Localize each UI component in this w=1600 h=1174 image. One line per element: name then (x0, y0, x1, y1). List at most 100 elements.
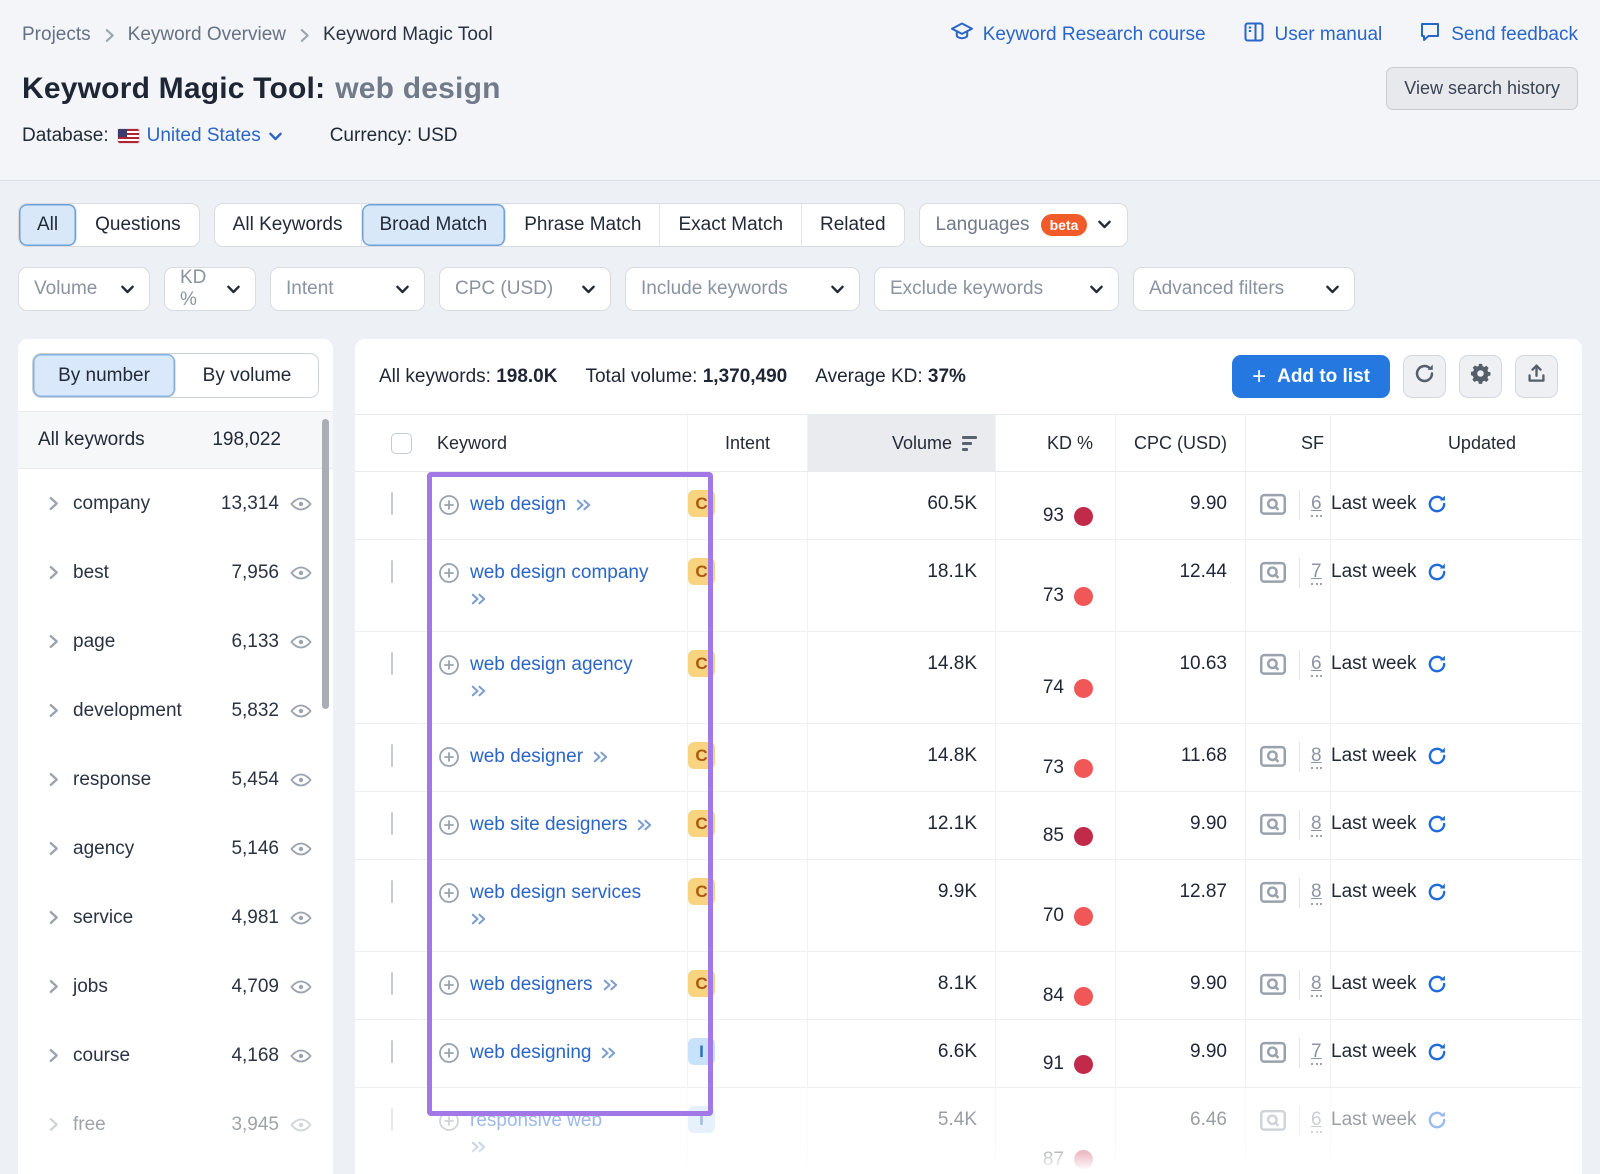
chevron-right-icon[interactable] (48, 910, 59, 925)
add-keyword-icon[interactable] (437, 745, 461, 769)
column-header-kd[interactable]: KD % (995, 415, 1115, 471)
eye-icon[interactable] (289, 561, 313, 585)
keyword-group-course[interactable]: course 4,168 (18, 1021, 333, 1090)
serp-snapshot-icon[interactable] (1258, 1108, 1288, 1134)
eye-icon[interactable] (289, 1113, 313, 1137)
expand-keyword-icon[interactable] (592, 750, 609, 764)
serp-snapshot-icon[interactable] (1258, 652, 1288, 678)
add-keyword-icon[interactable] (437, 493, 461, 517)
chevron-right-icon[interactable] (48, 703, 59, 718)
column-header-volume[interactable]: Volume (807, 415, 995, 471)
chevron-right-icon[interactable] (48, 1117, 59, 1132)
add-keyword-icon[interactable] (437, 1109, 461, 1133)
filter-kd-[interactable]: KD % (164, 267, 256, 311)
serp-features-count[interactable]: 8 (1311, 813, 1322, 837)
serp-features-count[interactable]: 6 (1311, 1109, 1322, 1133)
eye-icon[interactable] (289, 1044, 313, 1068)
tab-questions[interactable]: Questions (77, 204, 199, 246)
add-keyword-icon[interactable] (437, 1041, 461, 1065)
tab-phrase-match[interactable]: Phrase Match (506, 204, 660, 246)
column-header-cpc[interactable]: CPC (USD) (1115, 415, 1245, 471)
languages-dropdown[interactable]: Languages beta (919, 203, 1129, 247)
add-keyword-icon[interactable] (437, 881, 461, 905)
keyword-group-agency[interactable]: agency 5,146 (18, 814, 333, 883)
expand-keyword-icon[interactable] (602, 978, 619, 992)
serp-snapshot-icon[interactable] (1258, 1040, 1288, 1066)
serp-snapshot-icon[interactable] (1258, 880, 1288, 906)
keyword-link[interactable]: web designing (470, 1042, 591, 1064)
tab-broad-match[interactable]: Broad Match (362, 204, 507, 246)
refresh-icon[interactable] (1426, 1041, 1448, 1063)
tab-all[interactable]: All (19, 204, 77, 246)
view-search-history-button[interactable]: View search history (1386, 67, 1578, 110)
select-all-checkbox[interactable] (391, 433, 412, 454)
keyword-group-page[interactable]: page 6,133 (18, 607, 333, 676)
serp-snapshot-icon[interactable] (1258, 560, 1288, 586)
tab-all-keywords[interactable]: All Keywords (215, 204, 362, 246)
refresh-icon[interactable] (1426, 881, 1448, 903)
expand-keyword-icon[interactable] (470, 1140, 487, 1154)
serp-snapshot-icon[interactable] (1258, 492, 1288, 518)
refresh-icon[interactable] (1426, 653, 1448, 675)
add-keyword-icon[interactable] (437, 973, 461, 997)
expand-keyword-icon[interactable] (470, 592, 487, 606)
export-button[interactable] (1515, 355, 1558, 398)
serp-features-count[interactable]: 8 (1311, 745, 1322, 769)
breadcrumb-keyword-overview[interactable]: Keyword Overview (128, 24, 286, 46)
keyword-group-best[interactable]: best 7,956 (18, 538, 333, 607)
keyword-research-course-link[interactable]: Keyword Research course (950, 20, 1206, 50)
eye-icon[interactable] (289, 906, 313, 930)
send-feedback-link[interactable]: Send feedback (1418, 20, 1578, 50)
serp-snapshot-icon[interactable] (1258, 972, 1288, 998)
expand-keyword-icon[interactable] (470, 684, 487, 698)
sidebar-sort-by-number[interactable]: By number (33, 354, 176, 397)
user-manual-link[interactable]: User manual (1242, 20, 1383, 50)
add-keyword-icon[interactable] (437, 813, 461, 837)
filter-advanced-filters[interactable]: Advanced filters (1133, 267, 1355, 311)
eye-icon[interactable] (289, 768, 313, 792)
refresh-icon[interactable] (1426, 813, 1448, 835)
chevron-right-icon[interactable] (48, 772, 59, 787)
serp-features-count[interactable]: 7 (1311, 1041, 1322, 1065)
keyword-group-service[interactable]: service 4,981 (18, 883, 333, 952)
serp-features-count[interactable]: 8 (1311, 881, 1322, 905)
chevron-right-icon[interactable] (48, 565, 59, 580)
sidebar-scrollbar[interactable] (322, 419, 329, 709)
add-keyword-icon[interactable] (437, 653, 461, 677)
tab-related[interactable]: Related (802, 204, 904, 246)
refresh-icon[interactable] (1426, 493, 1448, 515)
row-checkbox[interactable] (391, 652, 393, 675)
row-checkbox[interactable] (391, 492, 393, 515)
serp-features-count[interactable]: 8 (1311, 973, 1322, 997)
refresh-button[interactable] (1403, 355, 1446, 398)
eye-icon[interactable] (289, 837, 313, 861)
sidebar-sort-by-volume[interactable]: By volume (176, 354, 318, 397)
database-selector[interactable]: United States (118, 125, 282, 147)
serp-features-count[interactable]: 7 (1311, 561, 1322, 585)
eye-icon[interactable] (289, 699, 313, 723)
keyword-link[interactable]: web design (470, 494, 566, 516)
breadcrumb-projects[interactable]: Projects (22, 24, 91, 46)
serp-snapshot-icon[interactable] (1258, 812, 1288, 838)
refresh-icon[interactable] (1426, 745, 1448, 767)
keyword-group-response[interactable]: response 5,454 (18, 745, 333, 814)
expand-keyword-icon[interactable] (600, 1046, 617, 1060)
eye-icon[interactable] (289, 492, 313, 516)
all-keywords-header[interactable]: All keywords 198,022 (18, 411, 333, 469)
serp-snapshot-icon[interactable] (1258, 744, 1288, 770)
keyword-link[interactable]: web designer (470, 746, 583, 768)
refresh-icon[interactable] (1426, 1109, 1448, 1131)
row-checkbox[interactable] (391, 744, 393, 767)
row-checkbox[interactable] (391, 972, 393, 995)
serp-features-count[interactable]: 6 (1311, 493, 1322, 517)
chevron-right-icon[interactable] (48, 634, 59, 649)
expand-keyword-icon[interactable] (575, 498, 592, 512)
keyword-group-jobs[interactable]: jobs 4,709 (18, 952, 333, 1021)
refresh-icon[interactable] (1426, 973, 1448, 995)
add-to-list-button[interactable]: + Add to list (1232, 355, 1390, 398)
chevron-right-icon[interactable] (48, 496, 59, 511)
keyword-group-development[interactable]: development 5,832 (18, 676, 333, 745)
keyword-link[interactable]: web designers (470, 974, 593, 996)
chevron-right-icon[interactable] (48, 1048, 59, 1063)
expand-keyword-icon[interactable] (636, 818, 653, 832)
